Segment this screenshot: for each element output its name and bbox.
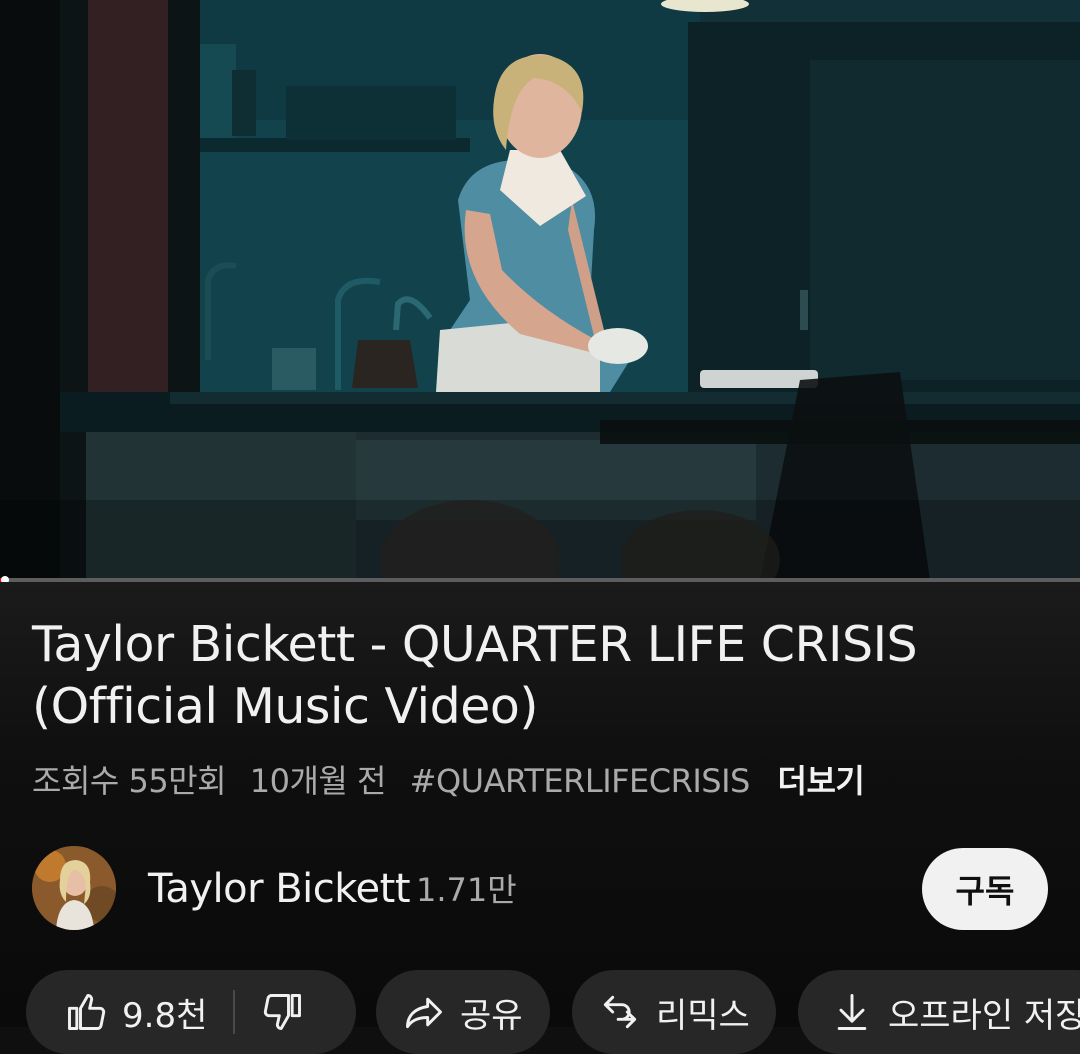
- thumbs-down-icon[interactable]: [261, 990, 305, 1034]
- remix-label: 리믹스: [656, 995, 750, 1036]
- remix-button[interactable]: 리믹스: [572, 970, 776, 1054]
- video-info-panel: Taylor Bickett - QUARTER LIFE CRISIS (Of…: [0, 582, 1080, 1054]
- offline-save-button[interactable]: 오프라인 저장: [798, 970, 1080, 1054]
- share-label: 공유: [460, 995, 523, 1036]
- video-player[interactable]: [0, 0, 1080, 580]
- channel-row[interactable]: Taylor Bickett 1.71만 구독: [0, 844, 1080, 934]
- offline-save-label: 오프라인 저장: [888, 995, 1080, 1036]
- video-title-line-1: Taylor Bickett - QUARTER LIFE CRISIS: [32, 616, 918, 673]
- channel-avatar[interactable]: [32, 846, 116, 930]
- hashtag-link[interactable]: #QUARTERLIFECRISIS: [410, 762, 751, 800]
- like-count: 9.8천: [122, 995, 208, 1036]
- more-button[interactable]: 더보기: [778, 762, 865, 800]
- video-frame: [0, 0, 1080, 580]
- action-bar: 9.8천 공유 리믹스 오프라인 저장: [0, 970, 1080, 1054]
- view-count: 조회수 55만회: [32, 762, 227, 800]
- share-button[interactable]: 공유: [376, 970, 550, 1054]
- avatar-image: [32, 846, 116, 930]
- video-metadata[interactable]: 조회수 55만회 10개월 전 #QUARTERLIFECRISIS 더보기: [32, 758, 878, 804]
- download-icon: [837, 994, 867, 1030]
- like-dislike-chip: 9.8천: [26, 970, 356, 1054]
- like-button[interactable]: 9.8천: [64, 988, 207, 1037]
- like-dislike-divider: [233, 990, 236, 1034]
- channel-name[interactable]: Taylor Bickett: [148, 864, 411, 914]
- video-title-line-2: (Official Music Video): [32, 678, 538, 735]
- upload-age: 10개월 전: [249, 762, 387, 800]
- subscribe-button[interactable]: 구독: [922, 848, 1048, 930]
- video-title[interactable]: Taylor Bickett - QUARTER LIFE CRISIS (Of…: [32, 614, 1032, 738]
- subscriber-count: 1.71만: [416, 871, 517, 909]
- thumbs-up-icon: [68, 994, 106, 1030]
- remix-icon: [603, 995, 637, 1029]
- share-arrow-icon: [406, 997, 442, 1029]
